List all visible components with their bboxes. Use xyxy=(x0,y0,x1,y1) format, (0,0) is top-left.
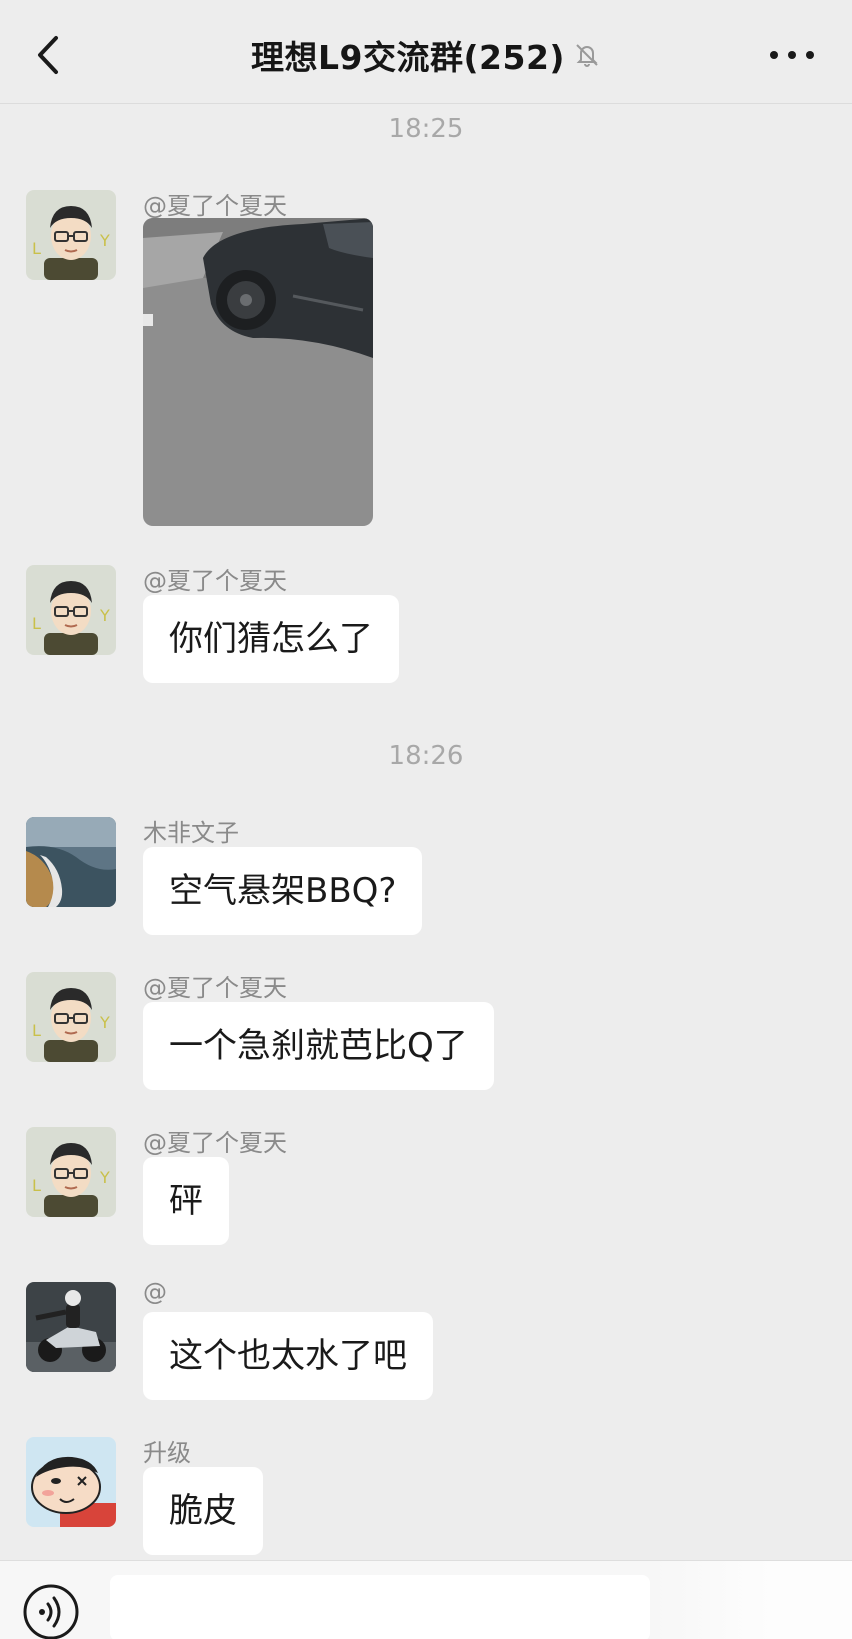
sender-name: @夏了个夏天 xyxy=(143,192,287,220)
chevron-left-icon xyxy=(38,36,58,74)
svg-text:Y: Y xyxy=(99,606,110,625)
avatar[interactable] xyxy=(26,1282,116,1372)
beach-wave-avatar xyxy=(26,817,116,907)
bell-off-icon xyxy=(576,44,598,67)
motorcycle-rider-avatar xyxy=(26,1282,116,1372)
message-bubble[interactable]: 一个急刹就芭比Q了 xyxy=(143,1002,494,1090)
back-button[interactable] xyxy=(30,30,70,80)
message-bubble[interactable]: 你们猜怎么了 xyxy=(143,595,399,683)
chat-header: 理想L9交流群(252) xyxy=(0,0,852,104)
sender-name: @夏了个夏天 xyxy=(143,1129,287,1157)
message-bubble[interactable]: 空气悬架BBQ? xyxy=(143,847,423,935)
svg-text:Y: Y xyxy=(99,1013,110,1032)
sender-name: 升级 xyxy=(143,1439,191,1467)
svg-text:Y: Y xyxy=(99,1168,110,1187)
message-bubble[interactable]: 这个也太水了吧 xyxy=(143,1312,433,1400)
sender-name: @夏了个夏天 xyxy=(143,567,287,595)
input-bar xyxy=(0,1560,852,1639)
message-input[interactable] xyxy=(110,1575,650,1639)
avatar[interactable] xyxy=(26,817,116,907)
voice-button[interactable] xyxy=(22,1583,80,1639)
svg-text:L: L xyxy=(32,1176,41,1195)
voice-icon xyxy=(23,1584,79,1639)
avatar[interactable]: L Y xyxy=(26,190,116,280)
message-bubble[interactable]: 脆皮 xyxy=(143,1467,263,1555)
input-bar-fade xyxy=(652,1561,852,1639)
crayon-shin-chan-avatar xyxy=(26,1437,116,1527)
page-title[interactable]: 理想L9交流群(252) xyxy=(251,31,565,79)
title-wrap: 理想L9交流群(252) xyxy=(0,30,852,80)
more-dot xyxy=(806,51,814,59)
sender-name: 木非文子 xyxy=(143,819,239,847)
svg-text:L: L xyxy=(32,239,41,258)
avatar[interactable]: L Y xyxy=(26,1127,116,1217)
svg-text:L: L xyxy=(32,1021,41,1040)
car-photo xyxy=(143,218,373,526)
timestamp: 18:26 xyxy=(388,741,464,771)
more-dots-icon xyxy=(770,51,778,59)
image-message[interactable] xyxy=(143,218,373,526)
timestamp: 18:25 xyxy=(388,114,464,144)
more-dot xyxy=(788,51,796,59)
cartoon-glasses-man-avatar: L Y xyxy=(26,190,116,280)
avatar[interactable] xyxy=(26,1437,116,1527)
svg-text:L: L xyxy=(32,614,41,633)
sender-name: @ xyxy=(143,1278,167,1306)
avatar[interactable]: L Y xyxy=(26,565,116,655)
cartoon-glasses-man-avatar: L Y xyxy=(26,972,116,1062)
cartoon-glasses-man-avatar: L Y xyxy=(26,565,116,655)
avatar[interactable]: L Y xyxy=(26,972,116,1062)
sender-name: @夏了个夏天 xyxy=(143,974,287,1002)
message-bubble[interactable]: 砰 xyxy=(143,1157,229,1245)
svg-text:Y: Y xyxy=(99,231,110,250)
cartoon-glasses-man-avatar: L Y xyxy=(26,1127,116,1217)
more-button[interactable] xyxy=(770,40,814,70)
